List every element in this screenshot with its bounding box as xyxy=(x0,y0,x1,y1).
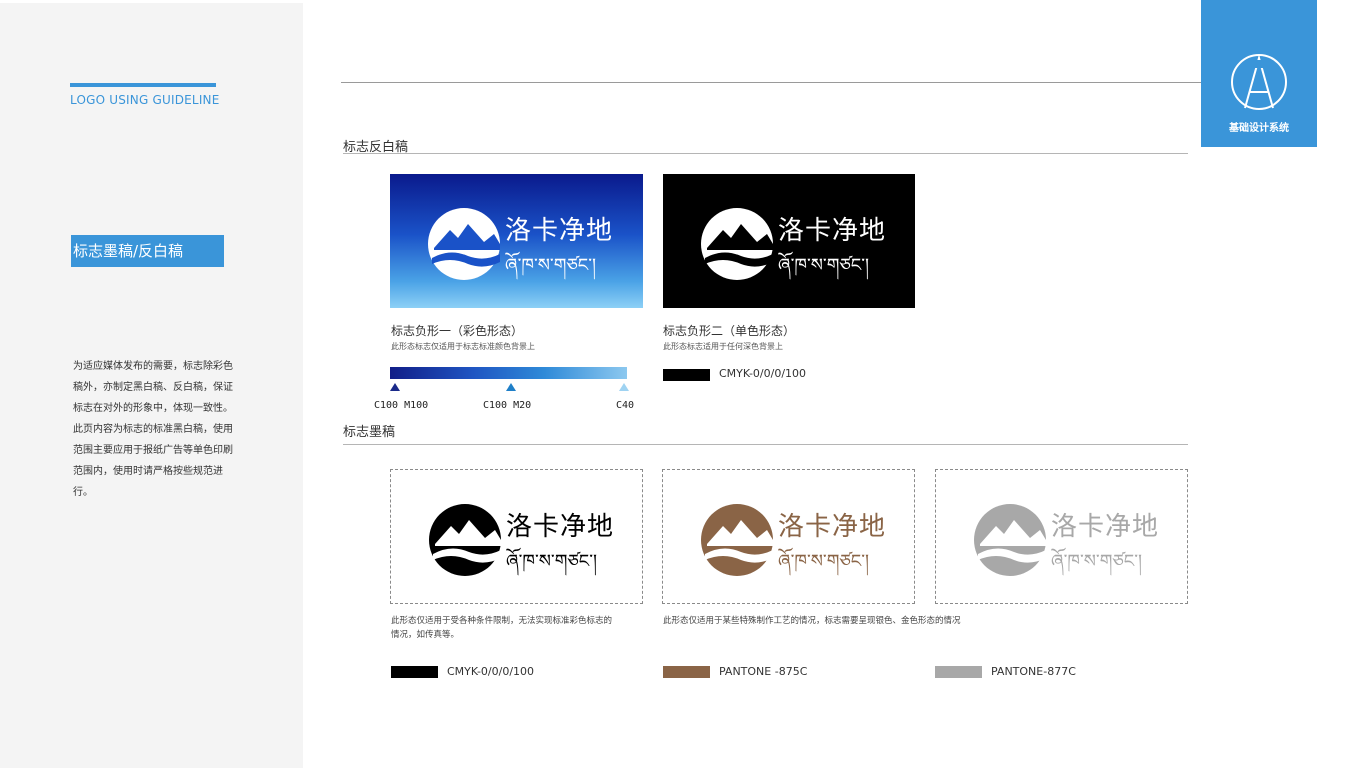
logo-chinese-name: 洛卡净地 xyxy=(778,512,887,542)
header-rule xyxy=(341,82,1201,83)
mono-reverse-subtitle: 此形态标志适用于任何深色背景上 xyxy=(663,342,783,351)
swatch-label: PANTONE -875C xyxy=(719,665,808,678)
logo-chinese-name: 洛卡净地 xyxy=(505,216,614,246)
swatch-label: CMYK-0/0/0/100 xyxy=(719,367,807,380)
logo-tibetan-name: ཞོ་ཁ་ས་གཙང་། xyxy=(778,255,869,276)
sidebar-accent-line xyxy=(70,83,216,87)
reverse-section-rule xyxy=(343,153,1188,154)
logo-chinese-name: 洛卡净地 xyxy=(506,512,615,542)
logo-chinese-name: 洛卡净地 xyxy=(1051,512,1160,542)
color-swatch xyxy=(663,369,710,381)
logo-tibetan-name: ཞོ་ཁ་ས་གཙང་། xyxy=(1051,551,1142,572)
color-swatch xyxy=(663,666,710,678)
logo-tile-color-reverse: 洛卡净地 ཞོ་ཁ་ས་གཙང་། xyxy=(390,174,643,308)
gradient-stop-label: C100 M20 xyxy=(483,400,532,411)
gradient-stop-label: C100 M100 xyxy=(374,400,429,411)
usage-note: 此形态仅适用于受各种条件限制，无法实现标准彩色标志的情况，如传真等。 xyxy=(391,616,613,640)
logo-tibetan-name: ཞོ་ཁ་ས་གཙང་། xyxy=(505,255,596,276)
color-swatch xyxy=(391,666,438,678)
logo-tile-gray: 洛卡净地 ཞོ་ཁ་ས་གཙང་། xyxy=(935,469,1188,604)
gradient-color-bar xyxy=(390,367,627,379)
mono-reverse-title: 标志负形二（单色形态） xyxy=(663,324,796,338)
logo-chinese-name: 洛卡净地 xyxy=(778,216,887,246)
color-swatch xyxy=(935,666,982,678)
color-reverse-title: 标志负形一（彩色形态） xyxy=(391,324,524,338)
gradient-stop-marker xyxy=(506,383,516,391)
section-tag: 标志墨稿/反白稿 xyxy=(71,235,224,267)
sidebar-title: LOGO USING GUIDELINE xyxy=(70,93,220,107)
gradient-stop-marker xyxy=(619,383,629,391)
gradient-stop-label: C40 xyxy=(616,400,635,411)
swatch-label: CMYK-0/0/0/100 xyxy=(447,665,535,678)
usage-note: 此形态仅适用于某些特殊制作工艺的情况，标志需要呈现银色、金色形态的情况 xyxy=(663,616,961,626)
logo-tile-mono-reverse: 洛卡净地 ཞོ་ཁ་ས་གཙང་། xyxy=(663,174,915,308)
logo-tile-black: 洛卡净地 ཞོ་ཁ་ས་གཙང་། xyxy=(390,469,643,604)
logo-tile-brown: 洛卡净地 ཞོ་ཁ་ས་གཙང་། xyxy=(662,469,915,604)
swatch-label: PANTONE-877C xyxy=(991,665,1076,678)
badge-label: 基础设计系统 xyxy=(1229,123,1289,134)
logo-tibetan-name: ཞོ་ཁ་ས་གཙང་། xyxy=(778,551,869,572)
ink-section-title: 标志墨稿 xyxy=(343,425,396,440)
sidebar-description: 为适应媒体发布的需要，标志除彩色稿外，亦制定黑白稿、反白稿，保证标志在对外的形象… xyxy=(73,361,233,498)
letter-a-circle-icon xyxy=(1231,54,1287,110)
gradient-stop-marker xyxy=(390,383,400,391)
color-reverse-subtitle: 此形态标志仅适用于标志标准颜色背景上 xyxy=(391,342,535,351)
logo-tibetan-name: ཞོ་ཁ་ས་གཙང་། xyxy=(506,551,597,572)
ink-section-rule xyxy=(343,444,1188,445)
